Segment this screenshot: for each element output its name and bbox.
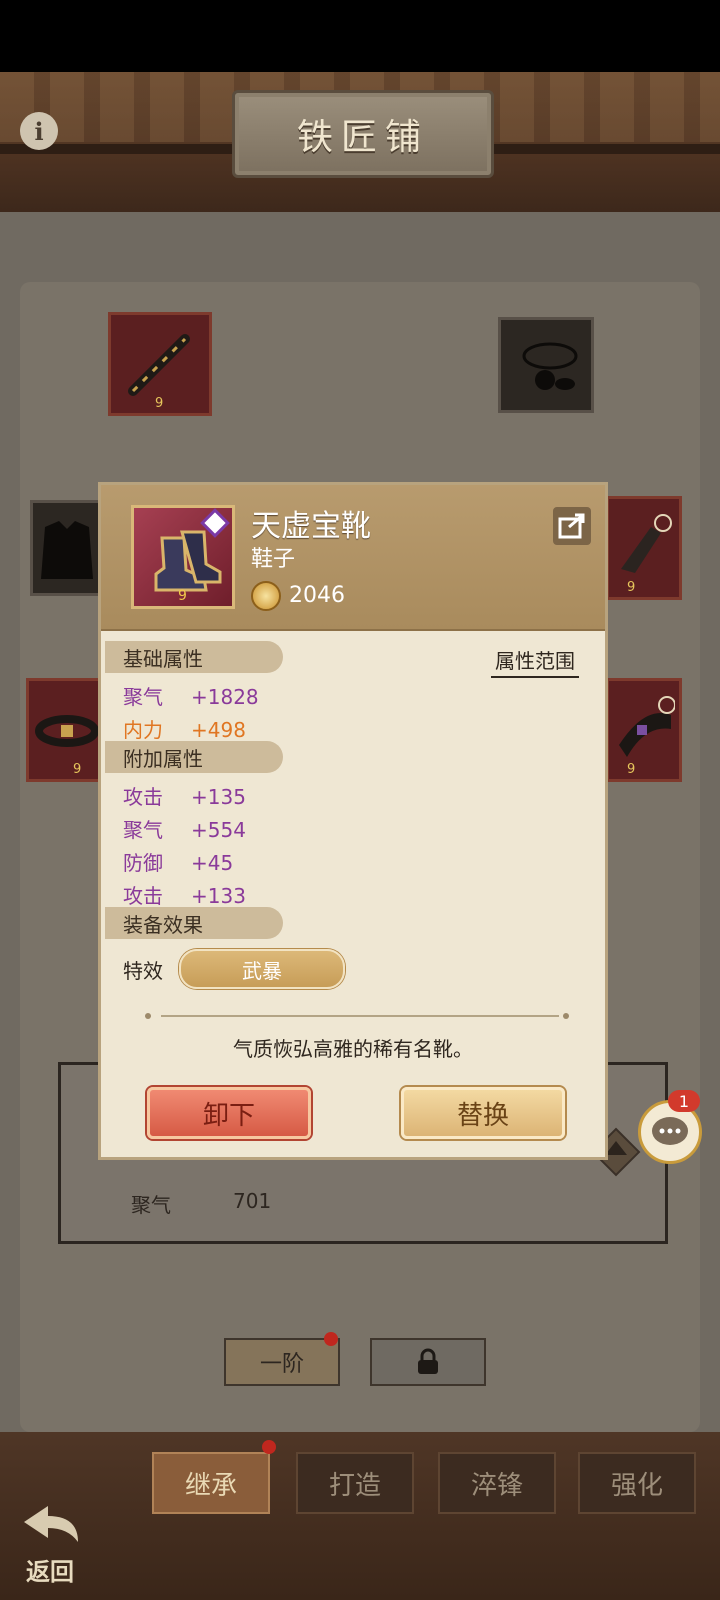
base-attr-row: 聚气 +1828 — [123, 685, 259, 709]
belt-icon — [35, 715, 99, 747]
chat-badge: 1 — [668, 1090, 700, 1112]
lock-icon — [418, 1348, 438, 1374]
roof-header: 铁匠铺 i — [0, 72, 720, 212]
item-detail-popup: 9 天虚宝靴 鞋子 2046 基础属性 属性范围 聚气 +1828 内力 +498 … — [98, 482, 608, 1160]
bottom-tab-bar: 继承 打造 淬锋 强化 返回 — [0, 1432, 720, 1600]
rank-button[interactable]: 一阶 — [224, 1338, 340, 1386]
slot-level: 9 — [627, 580, 636, 595]
back-button[interactable]: 返回 — [18, 1502, 94, 1586]
replace-button[interactable]: 替换 — [401, 1087, 565, 1139]
effect-chip[interactable]: 武暴 — [179, 949, 345, 989]
extra-attr-row: 防御 +45 — [123, 851, 234, 875]
title-plaque: 铁匠铺 — [232, 90, 494, 178]
attribute-range-link[interactable]: 属性范围 — [491, 645, 579, 678]
slot-level: 9 — [627, 762, 636, 777]
share-icon[interactable] — [553, 507, 591, 545]
qi-value: 701 — [233, 1189, 272, 1213]
equipment-slot-weapon[interactable]: 9 — [108, 312, 212, 416]
qi-label: 聚气 — [131, 1193, 171, 1217]
lock-button[interactable] — [370, 1338, 486, 1386]
extra-attr-row: 攻击 +133 — [123, 884, 246, 908]
armor-icon — [41, 521, 93, 579]
item-level: 9 — [178, 588, 187, 604]
tab-forge[interactable]: 打造 — [296, 1452, 414, 1514]
equipment-slot-armor[interactable] — [30, 500, 102, 596]
popup-header: 9 天虚宝靴 鞋子 2046 — [101, 485, 605, 631]
info-icon[interactable]: i — [20, 112, 58, 150]
combat-power-icon — [251, 581, 281, 611]
necklace-icon — [522, 342, 578, 390]
tab-inherit[interactable]: 继承 — [152, 1452, 270, 1514]
status-bar — [0, 0, 720, 72]
item-description: 气质恢弘高雅的稀有名靴。 — [233, 1037, 473, 1061]
tab-temper[interactable]: 淬锋 — [438, 1452, 556, 1514]
tab-enhance[interactable]: 强化 — [578, 1452, 696, 1514]
combat-power-value: 2046 — [289, 583, 345, 608]
divider — [161, 1015, 559, 1017]
tab-notification-dot — [262, 1440, 276, 1454]
extra-attr-row: 聚气 +554 — [123, 818, 246, 842]
equipment-slot-bracer[interactable]: 9 — [606, 678, 682, 782]
notification-dot — [324, 1332, 338, 1346]
equipment-slot-belt[interactable]: 9 — [26, 678, 106, 782]
extra-attr-row: 攻击 +135 — [123, 785, 246, 809]
item-type: 鞋子 — [251, 547, 296, 572]
effect-label: 特效 — [123, 959, 163, 983]
divider-dot — [145, 1013, 151, 1019]
slot-level: 9 — [155, 396, 164, 411]
section-base-attributes: 基础属性 — [105, 641, 283, 673]
section-equip-effect: 装备效果 — [105, 907, 283, 939]
item-name: 天虚宝靴 — [251, 509, 371, 544]
back-arrow-icon — [24, 1506, 78, 1542]
bracer-icon — [619, 696, 675, 757]
section-extra-attributes: 附加属性 — [105, 741, 283, 773]
base-attr-row: 内力 +498 — [123, 718, 246, 742]
blacksmith-screen: 铁匠铺 i 9 9 9 9 聚气 701 一阶 继承 打造 淬锋 强化 返回 1… — [0, 72, 720, 1600]
unequip-button[interactable]: 卸下 — [147, 1087, 311, 1139]
page-title: 铁匠铺 — [296, 117, 429, 158]
slot-level: 9 — [73, 762, 82, 777]
item-icon: 9 — [131, 505, 235, 609]
back-label: 返回 — [26, 1557, 74, 1586]
ring-icon — [621, 514, 672, 573]
equipment-slot-necklace[interactable] — [498, 317, 594, 413]
divider-dot — [563, 1013, 569, 1019]
staff-icon — [128, 334, 190, 396]
equipment-slot-ring[interactable]: 9 — [606, 496, 682, 600]
